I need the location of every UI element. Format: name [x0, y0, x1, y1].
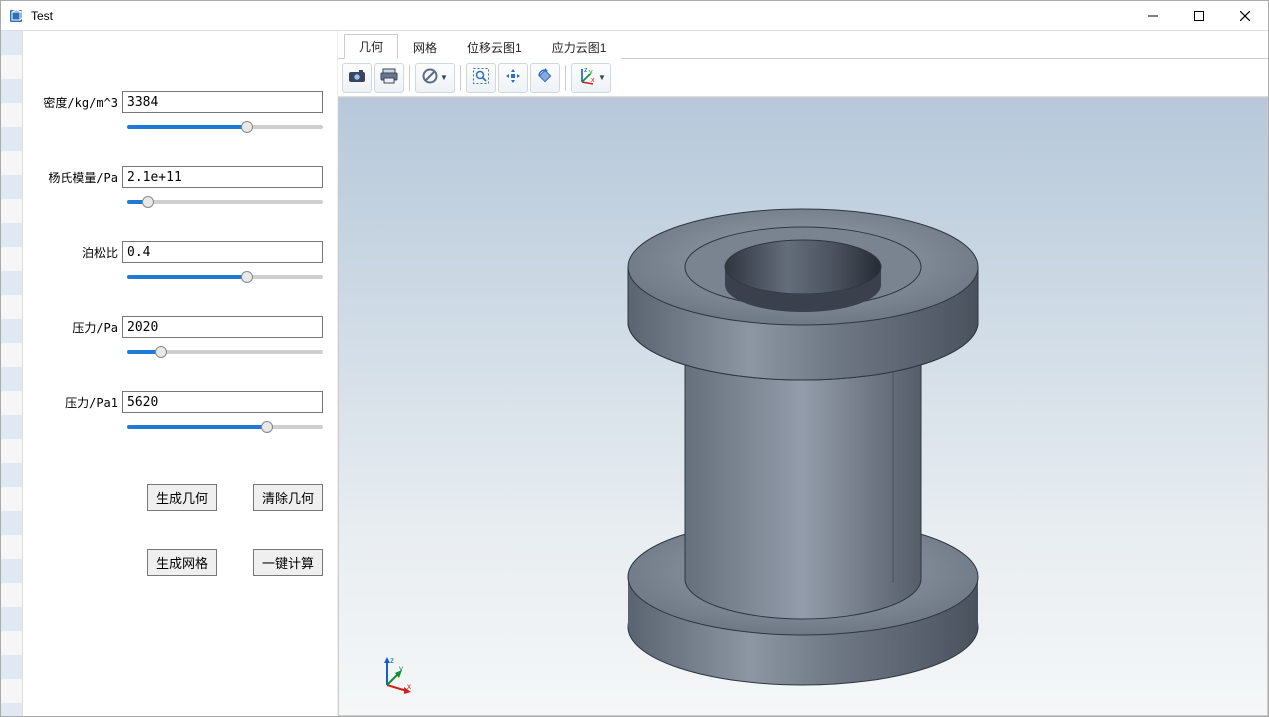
pan-icon — [504, 67, 522, 88]
axis-button[interactable]: zxy▼ — [571, 63, 611, 93]
param-row: 压力/Pa — [37, 316, 323, 363]
param-row: 密度/kg/m^3 — [37, 91, 323, 138]
svg-text:x: x — [591, 77, 595, 84]
axis-triad: z x y — [377, 655, 417, 695]
close-button[interactable] — [1222, 1, 1268, 30]
rotate-button[interactable] — [530, 63, 560, 93]
chevron-down-icon: ▼ — [598, 73, 606, 82]
param-slider[interactable] — [127, 119, 323, 135]
window-controls — [1130, 1, 1268, 30]
view-tab[interactable]: 几何 — [344, 34, 398, 59]
no-entry-button[interactable]: ▼ — [415, 63, 455, 93]
toolbar-separator — [409, 65, 410, 91]
clear-geometry-button[interactable]: 清除几何 — [253, 484, 323, 511]
no-entry-icon — [422, 68, 438, 87]
param-input[interactable] — [122, 91, 323, 113]
param-label: 压力/Pa — [37, 319, 122, 336]
view-toolbar: ▼zxy▼ — [338, 59, 1268, 97]
window-title: Test — [31, 9, 53, 23]
generate-mesh-button[interactable]: 生成网格 — [147, 549, 217, 576]
param-input[interactable] — [122, 241, 323, 263]
svg-text:x: x — [407, 682, 411, 691]
action-buttons: 生成几何 清除几何 生成网格 一键计算 — [37, 484, 323, 576]
param-row: 泊松比 — [37, 241, 323, 288]
rotate-icon — [536, 67, 554, 88]
param-slider[interactable] — [127, 419, 323, 435]
generate-geometry-button[interactable]: 生成几何 — [147, 484, 217, 511]
viewport-3d[interactable]: z x y — [338, 97, 1268, 716]
maximize-button[interactable] — [1176, 1, 1222, 30]
svg-text:y: y — [399, 664, 403, 673]
param-slider[interactable] — [127, 194, 323, 210]
view-tabs: 几何网格位移云图1应力云图1 — [338, 35, 1268, 59]
titlebar: Test — [1, 1, 1268, 31]
zoom-box-icon — [472, 67, 490, 88]
camera-icon — [348, 68, 366, 87]
geometry-render — [593, 127, 1013, 687]
one-click-calc-button[interactable]: 一键计算 — [253, 549, 323, 576]
param-label: 泊松比 — [37, 244, 122, 261]
left-dock-strip — [1, 31, 23, 716]
axis-icon: zxy — [576, 66, 596, 89]
view-tab[interactable]: 位移云图1 — [452, 35, 537, 59]
param-row: 杨氏模量/Pa — [37, 166, 323, 213]
minimize-button[interactable] — [1130, 1, 1176, 30]
print-button[interactable] — [374, 63, 404, 93]
param-input[interactable] — [122, 391, 323, 413]
param-label: 密度/kg/m^3 — [37, 94, 122, 111]
param-label: 压力/Pa1 — [37, 394, 122, 411]
right-panel: 几何网格位移云图1应力云图1 ▼zxy▼ — [338, 31, 1268, 716]
print-icon — [380, 68, 398, 87]
param-row: 压力/Pa1 — [37, 391, 323, 438]
param-label: 杨氏模量/Pa — [37, 169, 122, 186]
parameter-panel: 密度/kg/m^3 杨氏模量/Pa 泊松比 压力/Pa 压力/Pa1 — [23, 31, 338, 716]
zoom-box-button[interactable] — [466, 63, 496, 93]
app-icon — [7, 7, 25, 25]
svg-text:y: y — [589, 69, 593, 76]
param-input[interactable] — [122, 166, 323, 188]
param-input[interactable] — [122, 316, 323, 338]
param-slider[interactable] — [127, 269, 323, 285]
view-tab[interactable]: 网格 — [398, 35, 452, 59]
camera-button[interactable] — [342, 63, 372, 93]
app-window: Test 密度/kg/m^3 杨氏模量 — [0, 0, 1269, 717]
chevron-down-icon: ▼ — [440, 73, 448, 82]
view-tab[interactable]: 应力云图1 — [537, 35, 622, 59]
param-slider[interactable] — [127, 344, 323, 360]
svg-text:z: z — [584, 67, 588, 74]
svg-text:z: z — [390, 656, 394, 665]
toolbar-separator — [565, 65, 566, 91]
toolbar-separator — [460, 65, 461, 91]
pan-button[interactable] — [498, 63, 528, 93]
